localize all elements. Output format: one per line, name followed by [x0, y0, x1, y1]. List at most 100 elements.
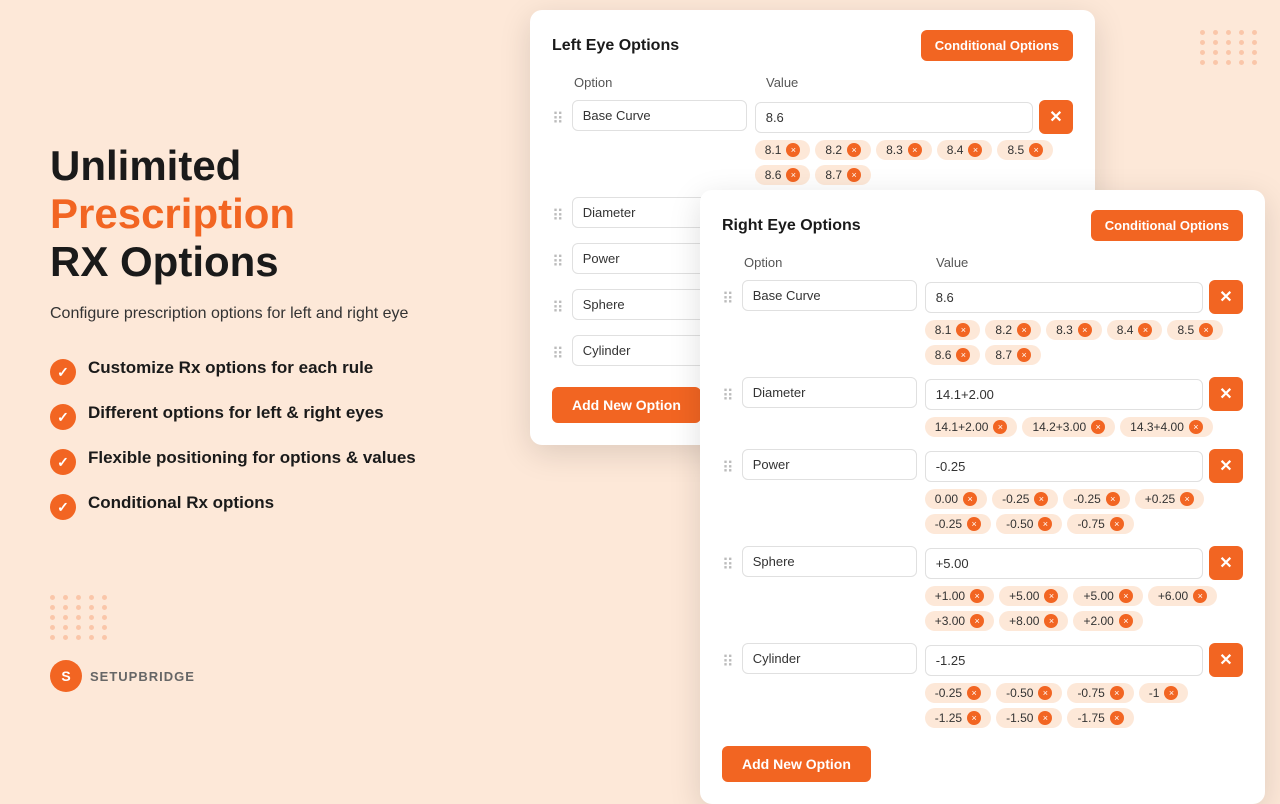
option-field-power[interactable] [742, 449, 917, 480]
value-input[interactable] [925, 379, 1203, 410]
tag-remove-icon[interactable]: × [1138, 323, 1152, 337]
right-eye-add-option-button[interactable]: Add New Option [722, 746, 871, 782]
tag-remove-icon[interactable]: × [1180, 492, 1194, 506]
tag-remove-icon[interactable]: × [1038, 711, 1052, 725]
left-eye-add-option-button[interactable]: Add New Option [552, 387, 701, 423]
list-item: -0.50× [996, 514, 1062, 534]
tags-row: +1.00× +5.00× +5.00× +6.00× +3.00× +8.00… [925, 586, 1243, 631]
tag-remove-icon[interactable]: × [908, 143, 922, 157]
right-eye-title: Right Eye Options [722, 217, 861, 235]
value-input[interactable] [925, 645, 1203, 676]
list-item: -1.25× [925, 708, 991, 728]
remove-button[interactable]: ✕ [1209, 377, 1243, 411]
list-item: 8.5× [1167, 320, 1223, 340]
tag-remove-icon[interactable]: × [956, 348, 970, 362]
drag-handle-icon[interactable]: ⠿ [722, 652, 734, 672]
remove-button[interactable]: ✕ [1209, 643, 1243, 677]
drag-handle-icon[interactable]: ⠿ [552, 344, 564, 364]
drag-handle-icon[interactable]: ⠿ [722, 386, 734, 406]
tag-remove-icon[interactable]: × [1044, 589, 1058, 603]
drag-handle-icon[interactable]: ⠿ [722, 458, 734, 478]
drag-handle-icon[interactable]: ⠿ [552, 252, 564, 272]
feature-item: ✓ Customize Rx options for each rule [50, 358, 470, 385]
tag-remove-icon[interactable]: × [1119, 614, 1133, 628]
option-field-base-curve[interactable] [742, 280, 917, 311]
tag-remove-icon[interactable]: × [1034, 492, 1048, 506]
list-item: -0.25× [925, 683, 991, 703]
list-item: +6.00× [1148, 586, 1217, 606]
tag-remove-icon[interactable]: × [970, 589, 984, 603]
list-item: +5.00× [1073, 586, 1142, 606]
tag-remove-icon[interactable]: × [970, 614, 984, 628]
tag-remove-icon[interactable]: × [1044, 614, 1058, 628]
tag-remove-icon[interactable]: × [847, 143, 861, 157]
tag-remove-icon[interactable]: × [847, 168, 861, 182]
table-row: ⠿ ✕ 14.1+2.00× 14.2+3.00× 14.3+4.00× [722, 377, 1243, 437]
value-input[interactable] [925, 282, 1203, 313]
remove-button[interactable]: ✕ [1209, 546, 1243, 580]
tag-remove-icon[interactable]: × [1110, 711, 1124, 725]
tag-remove-icon[interactable]: × [1110, 517, 1124, 531]
list-item: 8.6× [925, 345, 981, 365]
left-eye-conditional-btn[interactable]: Conditional Options [921, 30, 1073, 61]
list-item: -1× [1139, 683, 1189, 703]
list-item: +3.00× [925, 611, 994, 631]
value-input[interactable] [925, 451, 1203, 482]
feature-item: ✓ Flexible positioning for options & val… [50, 448, 470, 475]
right-eye-conditional-btn[interactable]: Conditional Options [1091, 210, 1243, 241]
tag-remove-icon[interactable]: × [963, 492, 977, 506]
value-input[interactable] [925, 548, 1203, 579]
tag-remove-icon[interactable]: × [1189, 420, 1203, 434]
list-item: +2.00× [1073, 611, 1142, 631]
drag-handle-icon[interactable]: ⠿ [722, 289, 734, 309]
drag-handle-icon[interactable]: ⠿ [722, 555, 734, 575]
tag-remove-icon[interactable]: × [956, 323, 970, 337]
tag-remove-icon[interactable]: × [993, 420, 1007, 434]
check-icon: ✓ [50, 404, 76, 430]
tag-remove-icon[interactable]: × [786, 168, 800, 182]
remove-button[interactable]: ✕ [1209, 449, 1243, 483]
tag-remove-icon[interactable]: × [968, 143, 982, 157]
tags-row: 8.1× 8.2× 8.3× 8.4× 8.5× 8.6× 8.7× [755, 140, 1073, 185]
list-item: 8.4× [937, 140, 993, 160]
drag-handle-icon[interactable]: ⠿ [552, 109, 564, 129]
tag-remove-icon[interactable]: × [1038, 517, 1052, 531]
tag-remove-icon[interactable]: × [1110, 686, 1124, 700]
tag-remove-icon[interactable]: × [1017, 348, 1031, 362]
tag-remove-icon[interactable]: × [967, 517, 981, 531]
tag-remove-icon[interactable]: × [786, 143, 800, 157]
left-eye-cols-header: Option Value [552, 75, 1073, 90]
list-item: 14.2+3.00× [1022, 417, 1115, 437]
tag-remove-icon[interactable]: × [1164, 686, 1178, 700]
list-item: +8.00× [999, 611, 1068, 631]
drag-handle-icon[interactable]: ⠿ [552, 298, 564, 318]
drag-handle-icon[interactable]: ⠿ [552, 206, 564, 226]
tag-remove-icon[interactable]: × [967, 711, 981, 725]
list-item: -0.75× [1067, 514, 1133, 534]
list-item: 8.3× [1046, 320, 1102, 340]
tag-remove-icon[interactable]: × [1029, 143, 1043, 157]
option-field-base-curve[interactable] [572, 100, 747, 131]
value-input[interactable] [755, 102, 1033, 133]
remove-button[interactable]: ✕ [1039, 100, 1073, 134]
option-field-cylinder[interactable] [742, 643, 917, 674]
tag-remove-icon[interactable]: × [1091, 420, 1105, 434]
value-section: ✕ +1.00× +5.00× +5.00× +6.00× +3.00× +8.… [925, 546, 1243, 631]
remove-button[interactable]: ✕ [1209, 280, 1243, 314]
tag-remove-icon[interactable]: × [1017, 323, 1031, 337]
tag-remove-icon[interactable]: × [1078, 323, 1092, 337]
value-section: ✕ -0.25× -0.50× -0.75× -1× -1.25× -1.50×… [925, 643, 1243, 728]
value-section: ✕ 14.1+2.00× 14.2+3.00× 14.3+4.00× [925, 377, 1243, 437]
list-item: -0.75× [1067, 683, 1133, 703]
option-field-diameter[interactable] [742, 377, 917, 408]
tag-remove-icon[interactable]: × [1106, 492, 1120, 506]
option-field-sphere[interactable] [742, 546, 917, 577]
tag-remove-icon[interactable]: × [1038, 686, 1052, 700]
right-eye-card-header: Right Eye Options Conditional Options [722, 210, 1243, 241]
tag-remove-icon[interactable]: × [967, 686, 981, 700]
tag-remove-icon[interactable]: × [1199, 323, 1213, 337]
tag-remove-icon[interactable]: × [1119, 589, 1133, 603]
list-item: 8.2× [815, 140, 871, 160]
list-item: 8.1× [925, 320, 981, 340]
tag-remove-icon[interactable]: × [1193, 589, 1207, 603]
